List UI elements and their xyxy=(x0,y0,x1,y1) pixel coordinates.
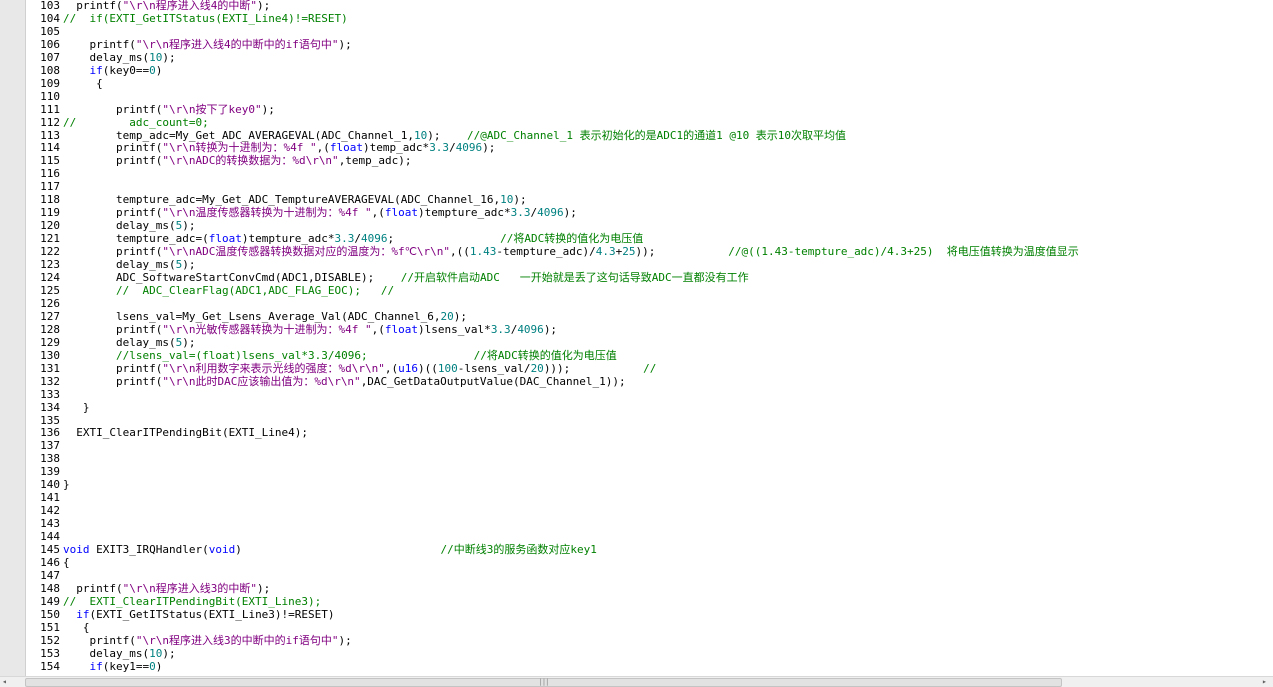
code-text: delay_ms(10); xyxy=(63,646,176,660)
code-line[interactable]: 128 printf("\r\n光敏传感器转换为十进制为：%4f ",(floa… xyxy=(0,322,1273,337)
scroll-left-arrow-icon[interactable]: ◂ xyxy=(2,678,10,686)
code-line[interactable]: 152 printf("\r\n程序进入线3的中断中的if语句中"); xyxy=(0,633,1273,648)
code-text: printf("\r\n程序进入线4的中断中的if语句中"); xyxy=(63,37,352,51)
code-text: // ADC_ClearFlag(ADC1,ADC_FLAG_EOC); // xyxy=(115,283,395,297)
code-line[interactable]: 108 if(key0==0) xyxy=(0,63,1273,78)
code-line[interactable]: 137 xyxy=(0,439,1273,453)
line-number: 128 xyxy=(40,322,60,336)
line-number: 112 xyxy=(40,115,60,129)
horizontal-scrollbar[interactable]: ◂ ||| ▸ xyxy=(0,676,1273,687)
code-line[interactable]: 154 if(key1==0) xyxy=(0,659,1273,674)
code-line[interactable]: 153 delay_ms(10); xyxy=(0,646,1273,661)
code-line[interactable]: 134 } xyxy=(0,400,1273,415)
line-number: 103 xyxy=(40,0,60,12)
code-line[interactable]: 140} xyxy=(0,478,1273,492)
line-number: 149 xyxy=(40,594,60,608)
code-line[interactable]: 133 xyxy=(0,387,1273,402)
code-line[interactable]: 116 xyxy=(0,167,1273,181)
scrollbar-grip-icon: ||| xyxy=(538,678,550,686)
code-line[interactable]: 143 xyxy=(0,517,1273,531)
code-text: EXTI_ClearITPendingBit(EXTI_Line4); xyxy=(63,426,309,440)
code-line[interactable]: 139 xyxy=(0,465,1273,479)
code-text: { xyxy=(63,555,70,569)
line-number: 131 xyxy=(40,361,60,375)
line-number: 104 xyxy=(40,11,60,25)
line-number: 127 xyxy=(40,309,60,323)
code-line[interactable]: 136 EXTI_ClearITPendingBit(EXTI_Line4); xyxy=(0,426,1273,440)
line-number: 125 xyxy=(40,283,60,297)
code-text: // adc_count=0; xyxy=(63,115,209,129)
code-text: // if(EXTI_GetITStatus(EXTI_Line4)!=RESE… xyxy=(63,11,348,25)
code-text: if(key1==0) xyxy=(89,659,163,673)
code-lines: 103 printf("\r\n程序进入线4的中断"); 104// if(EXT… xyxy=(0,0,1273,674)
code-line[interactable]: 150 if(EXTI_GetITStatus(EXTI_Line3)!=RES… xyxy=(0,607,1273,622)
line-number: 134 xyxy=(40,400,60,414)
line-number: 153 xyxy=(40,646,60,660)
line-number: 108 xyxy=(40,63,60,77)
code-line[interactable]: 138 xyxy=(0,452,1273,466)
code-line[interactable]: 104// if(EXTI_GetITStatus(EXTI_Line4)!=R… xyxy=(0,11,1273,26)
code-text: delay_ms(10); xyxy=(63,50,176,64)
line-number: 132 xyxy=(40,374,60,388)
code-line[interactable]: 145 void EXIT3_IRQHandler(void) //中断线3的服务… xyxy=(0,543,1273,557)
line-number: 133 xyxy=(40,387,60,401)
code-line[interactable]: 149// EXTI_ClearITPendingBit(EXTI_Line3)… xyxy=(0,594,1273,609)
line-number: 150 xyxy=(40,607,60,621)
code-text: printf("\r\n光敏传感器转换为十进制为：%4f ",(float)ls… xyxy=(63,322,558,336)
line-number: 152 xyxy=(40,633,60,647)
scroll-right-arrow-icon[interactable]: ▸ xyxy=(1262,678,1270,686)
code-line[interactable]: 109 { xyxy=(0,76,1273,91)
code-line[interactable]: 126 xyxy=(0,296,1273,311)
code-text: } xyxy=(63,400,90,414)
line-number: 111 xyxy=(40,102,60,116)
line-number: 126 xyxy=(40,296,60,310)
line-number: 106 xyxy=(40,37,60,51)
code-text: printf("\r\n程序进入线3的中断中的if语句中"); xyxy=(63,633,352,647)
code-line[interactable]: 142 xyxy=(0,504,1273,518)
code-line[interactable]: 107 delay_ms(10); xyxy=(0,50,1273,65)
code-text: printf("\r\nADC的转换数据为：%d\r\n",temp_adc); xyxy=(63,154,412,168)
line-number: 107 xyxy=(40,50,60,64)
code-line[interactable]: 115 printf("\r\nADC的转换数据为：%d\r\n",temp_a… xyxy=(0,154,1273,168)
code-line[interactable]: 146{ xyxy=(0,555,1273,570)
line-number: 151 xyxy=(40,620,60,634)
line-number: 105 xyxy=(40,24,60,38)
line-number: 130 xyxy=(40,348,60,362)
code-text: printf("\r\nADC温度传感器转换数据对应的温度为：%f℃\r\n",… xyxy=(63,245,1079,259)
line-number: 148 xyxy=(40,581,60,595)
code-text: void EXIT3_IRQHandler(void) //中断线3的服务函数对… xyxy=(63,543,597,557)
code-line[interactable]: 141 xyxy=(0,491,1273,505)
line-number: 110 xyxy=(40,89,60,103)
code-line[interactable]: 106 printf("\r\n程序进入线4的中断中的if语句中"); xyxy=(0,37,1273,52)
code-line[interactable]: 132 printf("\r\n此时DAC应该输出值为：%d\r\n",DAC_… xyxy=(0,374,1273,389)
code-text: { xyxy=(63,76,103,90)
code-text: printf("\r\n此时DAC应该输出值为：%d\r\n",DAC_GetD… xyxy=(63,374,626,388)
line-number: 154 xyxy=(40,659,60,673)
line-number: 129 xyxy=(40,335,60,349)
code-text: if(key0==0) xyxy=(89,63,163,77)
line-number: 146 xyxy=(40,555,60,569)
code-line[interactable]: 125 // ADC_ClearFlag(ADC1,ADC_FLAG_EOC);… xyxy=(0,283,1273,298)
code-editor[interactable]: 103 printf("\r\n程序进入线4的中断"); 104// if(EXT… xyxy=(0,0,1273,676)
line-number: 109 xyxy=(40,76,60,90)
code-text: } xyxy=(63,478,70,492)
code-text: if(EXTI_GetITStatus(EXTI_Line3)!=RESET) xyxy=(76,607,335,621)
code-text: { xyxy=(63,620,90,634)
line-number: 147 xyxy=(40,568,60,582)
code-text: // EXTI_ClearITPendingBit(EXTI_Line3); xyxy=(63,594,322,608)
